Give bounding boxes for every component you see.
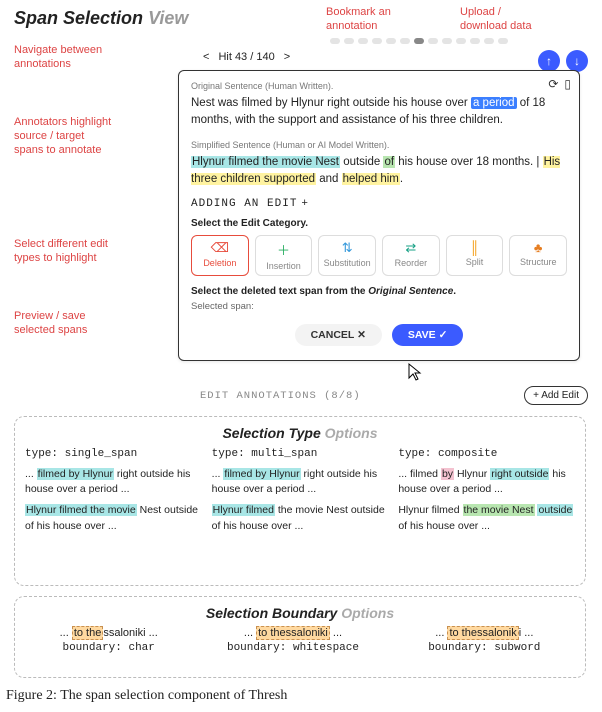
- page-title: Span Selection View: [14, 8, 188, 29]
- cancel-button[interactable]: CANCEL ✕: [295, 324, 382, 346]
- prev-button[interactable]: <: [198, 51, 214, 63]
- annotation-card: ⟳ ▯ Original Sentence (Human Written). N…: [178, 70, 580, 361]
- selection-type-panel: Selection Type Options type: single_span…: [14, 416, 586, 586]
- type-single-span: type: single_span: [25, 447, 202, 463]
- simplified-sentence[interactable]: Hlynur filmed the movie Nest outside of …: [191, 154, 567, 189]
- select-category-label: Select the Edit Category.: [191, 218, 567, 229]
- plus-circle-icon: ＋: [258, 240, 310, 259]
- download-button[interactable]: ↓: [566, 50, 588, 72]
- bookmark-icon[interactable]: ▯: [564, 77, 571, 91]
- cat-insertion[interactable]: ＋Insertion: [255, 235, 313, 276]
- split-icon: ║: [449, 240, 501, 255]
- reorder-icon: ⇄: [385, 240, 437, 256]
- refresh-icon[interactable]: ⟳: [548, 77, 558, 91]
- swap-icon: ⇅: [321, 240, 373, 256]
- instruction-text: Select the deleted text span from the Or…: [191, 286, 567, 297]
- cat-structure[interactable]: ♣Structure: [509, 235, 567, 276]
- type-multi-span: type: multi_span: [212, 447, 389, 463]
- original-header: Original Sentence (Human Written).: [191, 81, 567, 91]
- delete-icon: ⌫: [194, 240, 246, 256]
- label-preview: Preview / saveselected spans: [14, 310, 87, 338]
- label-highlight: Annotators highlightsource / targetspans…: [14, 116, 111, 157]
- label-edittypes: Select different edittypes to highlight: [14, 238, 108, 266]
- boundary-char: boundary: char: [60, 642, 158, 654]
- label-bookmark: Bookmark anannotation: [326, 6, 391, 34]
- simplified-header: Simplified Sentence (Human or AI Model W…: [191, 140, 567, 150]
- cat-split[interactable]: ║Split: [446, 235, 504, 276]
- progress-dots: [330, 38, 508, 44]
- plus-icon: +: [301, 198, 309, 210]
- add-edit-button[interactable]: + Add Edit: [524, 386, 588, 405]
- type-composite: type: composite: [398, 447, 575, 463]
- original-sentence[interactable]: Nest was filmed by Hlynur right outside …: [191, 95, 567, 130]
- hit-nav: < Hit 43 / 140 >: [198, 51, 295, 63]
- label-nav: Navigate betweenannotations: [14, 44, 102, 72]
- selected-span-label: Selected span:: [191, 301, 567, 312]
- cat-deletion[interactable]: ⌫Deletion: [191, 235, 249, 276]
- next-button[interactable]: >: [279, 51, 295, 63]
- upload-button[interactable]: ↑: [538, 50, 560, 72]
- boundary-whitespace: boundary: whitespace: [227, 642, 359, 654]
- annotations-counter: EDIT ANNOTATIONS (8/8): [200, 390, 361, 402]
- label-updown: Upload /download data: [460, 6, 532, 34]
- structure-icon: ♣: [512, 240, 564, 255]
- selected-span[interactable]: a period: [471, 97, 517, 109]
- cursor-icon: [406, 362, 426, 382]
- selection-boundary-panel: Selection Boundary Options ... to thessa…: [14, 596, 586, 678]
- save-button[interactable]: SAVE ✓: [392, 324, 464, 346]
- cat-substitution[interactable]: ⇅Substitution: [318, 235, 376, 276]
- adding-edit-header: ADDING AN EDIT +: [191, 198, 567, 210]
- hit-counter: Hit 43 / 140: [218, 51, 274, 63]
- boundary-subword: boundary: subword: [428, 642, 540, 654]
- cat-reorder[interactable]: ⇄Reorder: [382, 235, 440, 276]
- category-row: ⌫Deletion ＋Insertion ⇅Substitution ⇄Reor…: [191, 235, 567, 276]
- figure-caption: Figure 2: The span selection component o…: [6, 688, 287, 704]
